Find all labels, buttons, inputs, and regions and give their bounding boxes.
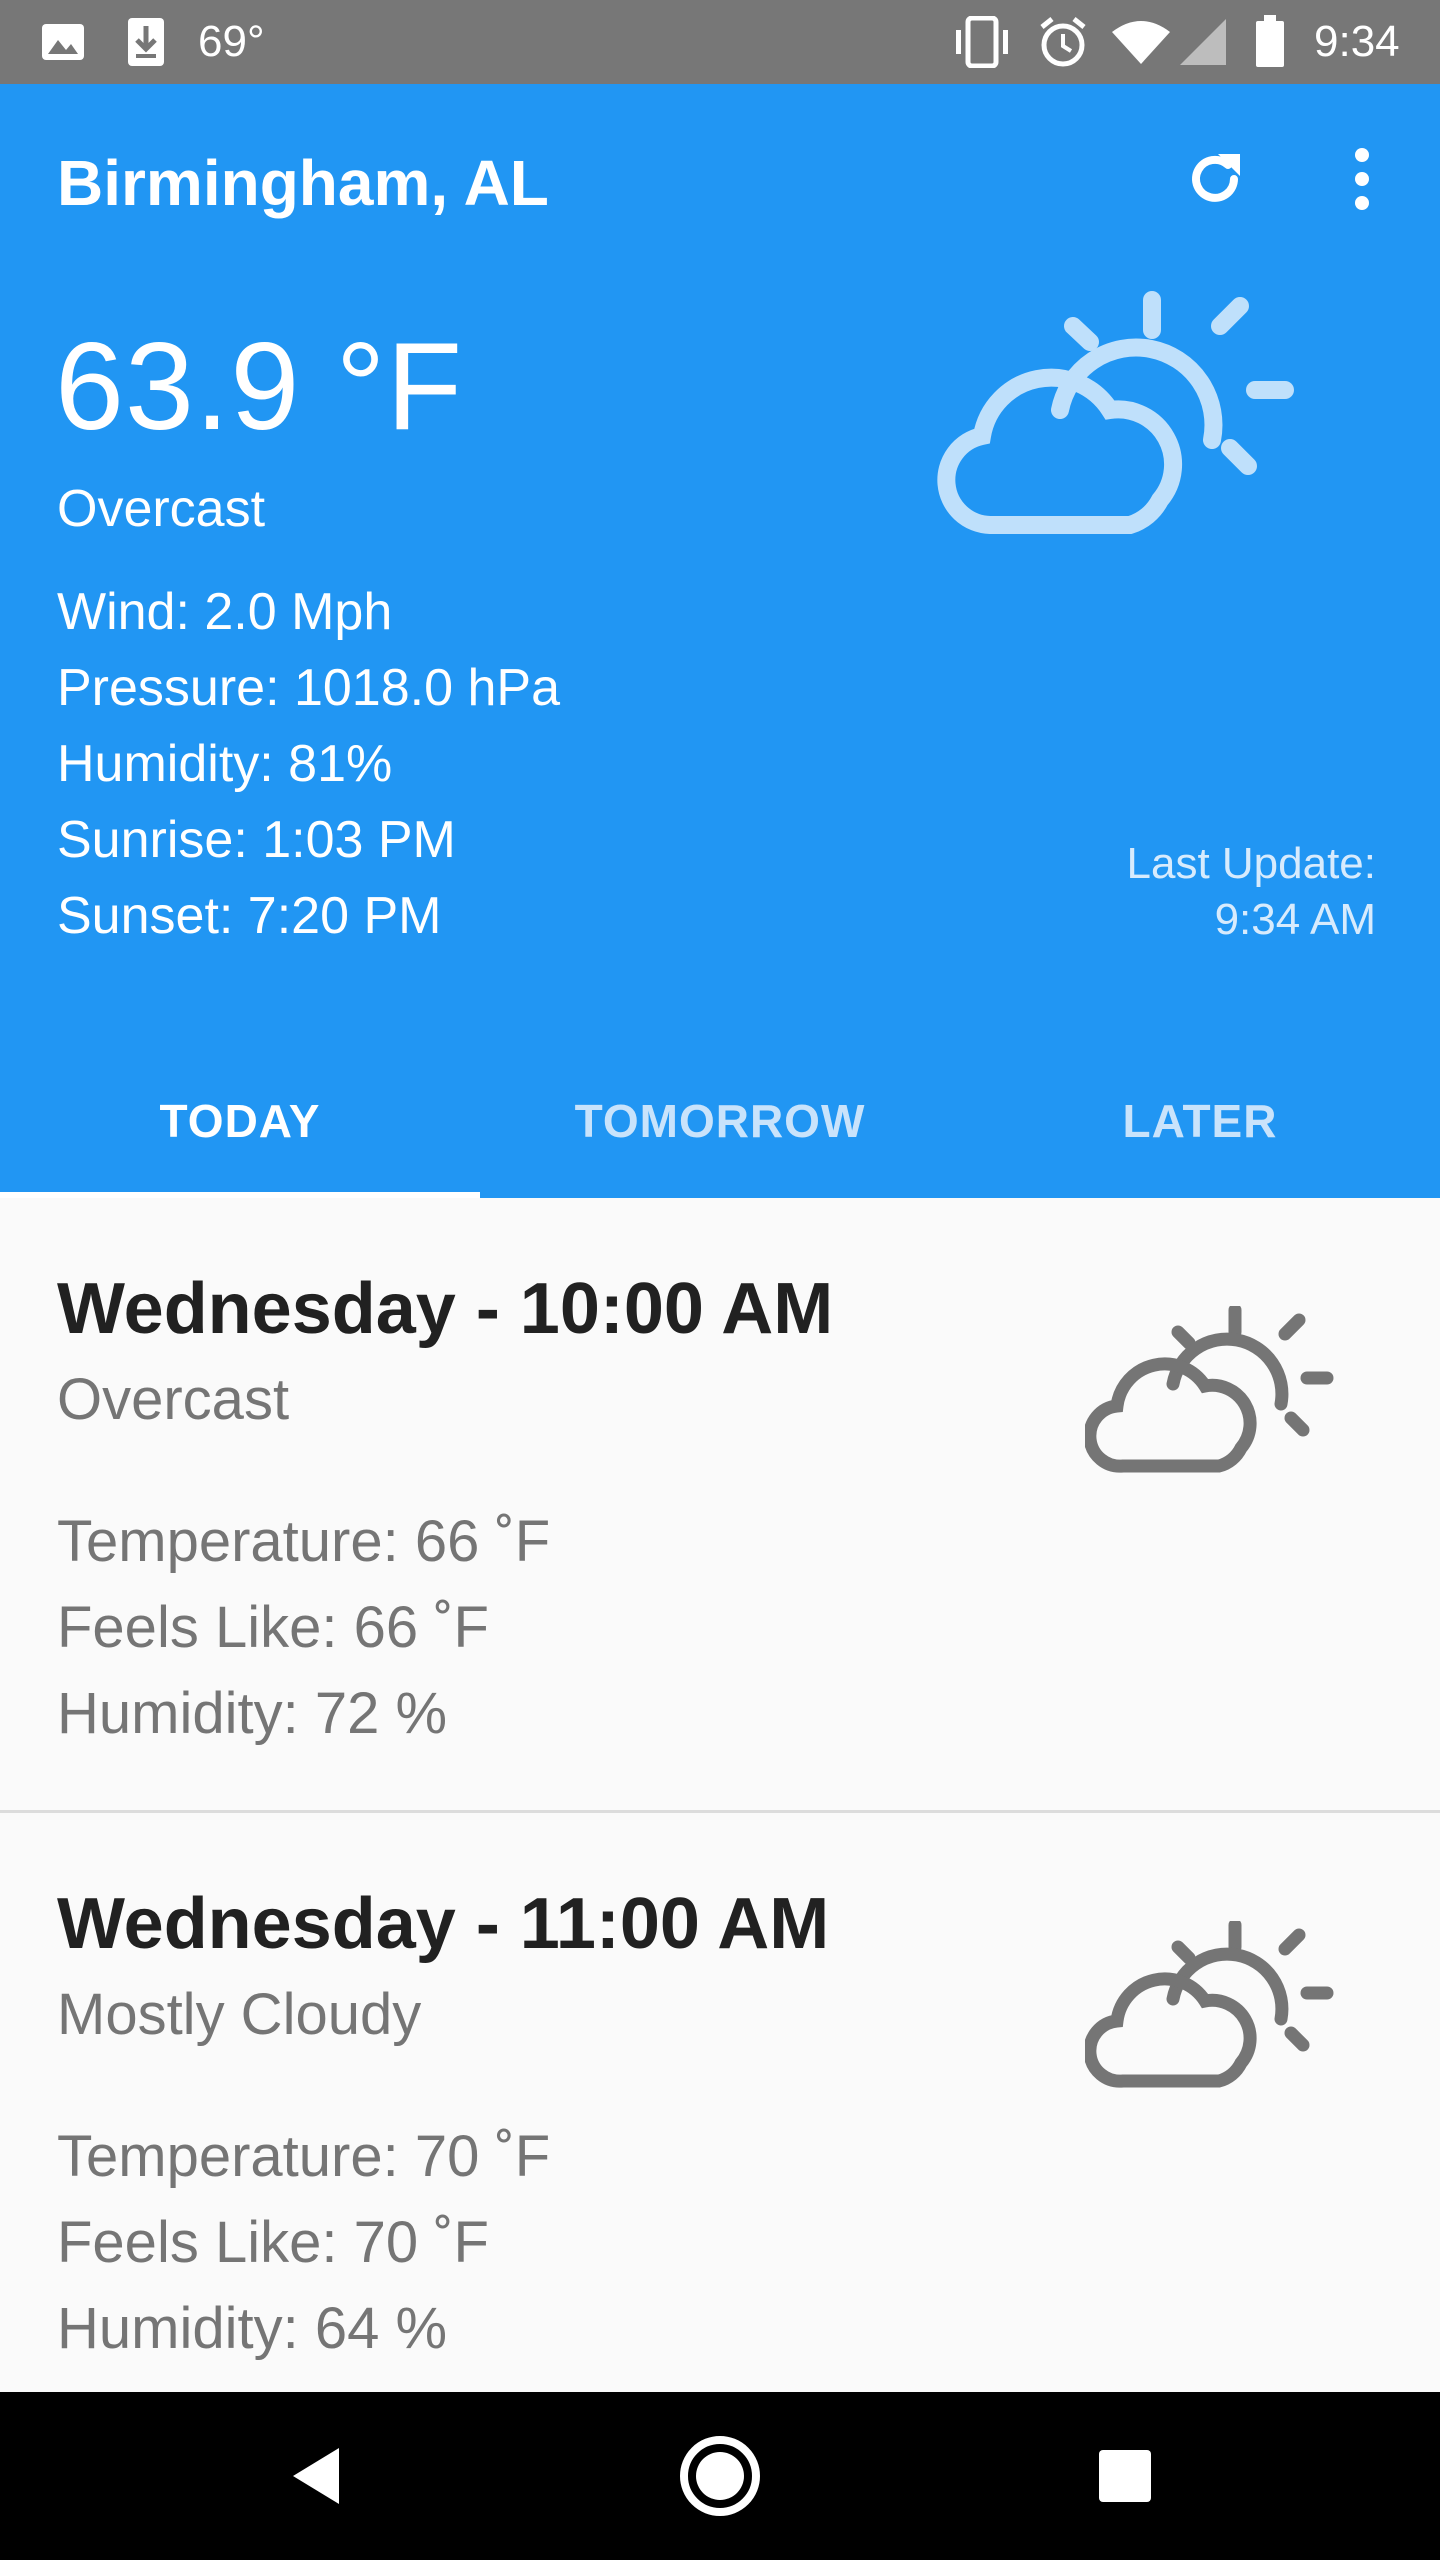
tab-bar: TODAY TOMORROW LATER [0, 1044, 1440, 1198]
forecast-title: Wednesday - 10:00 AM [57, 1269, 834, 1349]
home-button[interactable] [670, 2426, 770, 2526]
current-weather-header: Birmingham, AL 63.9 °F Overcast Wind: 2.… [0, 84, 1440, 1198]
recents-icon [1099, 2450, 1151, 2502]
last-update: Last Update: 9:34 AM [1127, 836, 1377, 948]
humidity-text: Humidity: 81% [57, 735, 393, 793]
partly-cloudy-icon [1085, 1306, 1334, 1473]
battery-icon [1254, 0, 1286, 84]
signal-icon [1178, 0, 1228, 84]
sunrise-text: Sunrise: 1:03 PM [57, 811, 456, 869]
city-title: Birmingham, AL [57, 147, 549, 219]
more-options-button[interactable] [1307, 124, 1417, 234]
forecast-humidity: Humidity: 64 % [57, 2296, 448, 2361]
status-temp: 69° [198, 17, 265, 66]
forecast-condition: Mostly Cloudy [57, 1982, 422, 2047]
tab-tomorrow[interactable]: TOMORROW [480, 1044, 960, 1198]
refresh-icon [1192, 154, 1240, 202]
tab-later[interactable]: LATER [960, 1044, 1440, 1198]
more-vert-icon [1355, 148, 1369, 210]
partly-cloudy-icon [1085, 1921, 1334, 2088]
tab-tomorrow-label: TOMORROW [574, 1095, 866, 1147]
forecast-temperature: Temperature: 66 ˚F [57, 1509, 551, 1574]
download-icon [126, 0, 166, 84]
tab-today[interactable]: TODAY [0, 1044, 480, 1198]
partly-cloudy-icon [937, 291, 1294, 534]
wind-text: Wind: 2.0 Mph [57, 583, 393, 641]
forecast-feels-like: Feels Like: 70 ˚F [57, 2210, 489, 2275]
status-bar: 69° 9:34 [0, 0, 1440, 84]
home-icon [680, 2436, 760, 2516]
vibrate-icon [950, 0, 1014, 84]
forecast-item[interactable]: Wednesday - 10:00 AM Overcast Temperatur… [0, 1198, 1440, 1810]
pressure-text: Pressure: 1018.0 hPa [57, 659, 560, 717]
back-icon [293, 2448, 339, 2504]
forecast-item[interactable]: Wednesday - 11:00 AM Mostly Cloudy Tempe… [0, 1813, 1440, 2392]
forecast-condition: Overcast [57, 1367, 290, 1432]
refresh-button[interactable] [1160, 124, 1270, 234]
image-icon [40, 0, 86, 84]
tab-today-label: TODAY [159, 1095, 321, 1147]
status-time: 9:34 [1314, 17, 1400, 66]
recents-button[interactable] [1075, 2426, 1175, 2526]
sunset-text: Sunset: 7:20 PM [57, 887, 442, 945]
tab-later-label: LATER [1122, 1095, 1278, 1147]
forecast-temperature: Temperature: 70 ˚F [57, 2124, 551, 2189]
forecast-feels-like: Feels Like: 66 ˚F [57, 1595, 489, 1660]
forecast-humidity: Humidity: 72 % [57, 1681, 448, 1746]
current-temperature: 63.9 °F [55, 318, 464, 456]
navigation-bar [0, 2392, 1440, 2560]
last-update-time: 9:34 AM [1214, 895, 1376, 944]
last-update-label: Last Update: [1126, 839, 1377, 888]
current-condition: Overcast [57, 480, 266, 538]
back-button[interactable] [265, 2426, 365, 2526]
forecast-title: Wednesday - 11:00 AM [57, 1884, 830, 1964]
wifi-icon [1110, 0, 1172, 84]
alarm-icon [1036, 0, 1090, 84]
